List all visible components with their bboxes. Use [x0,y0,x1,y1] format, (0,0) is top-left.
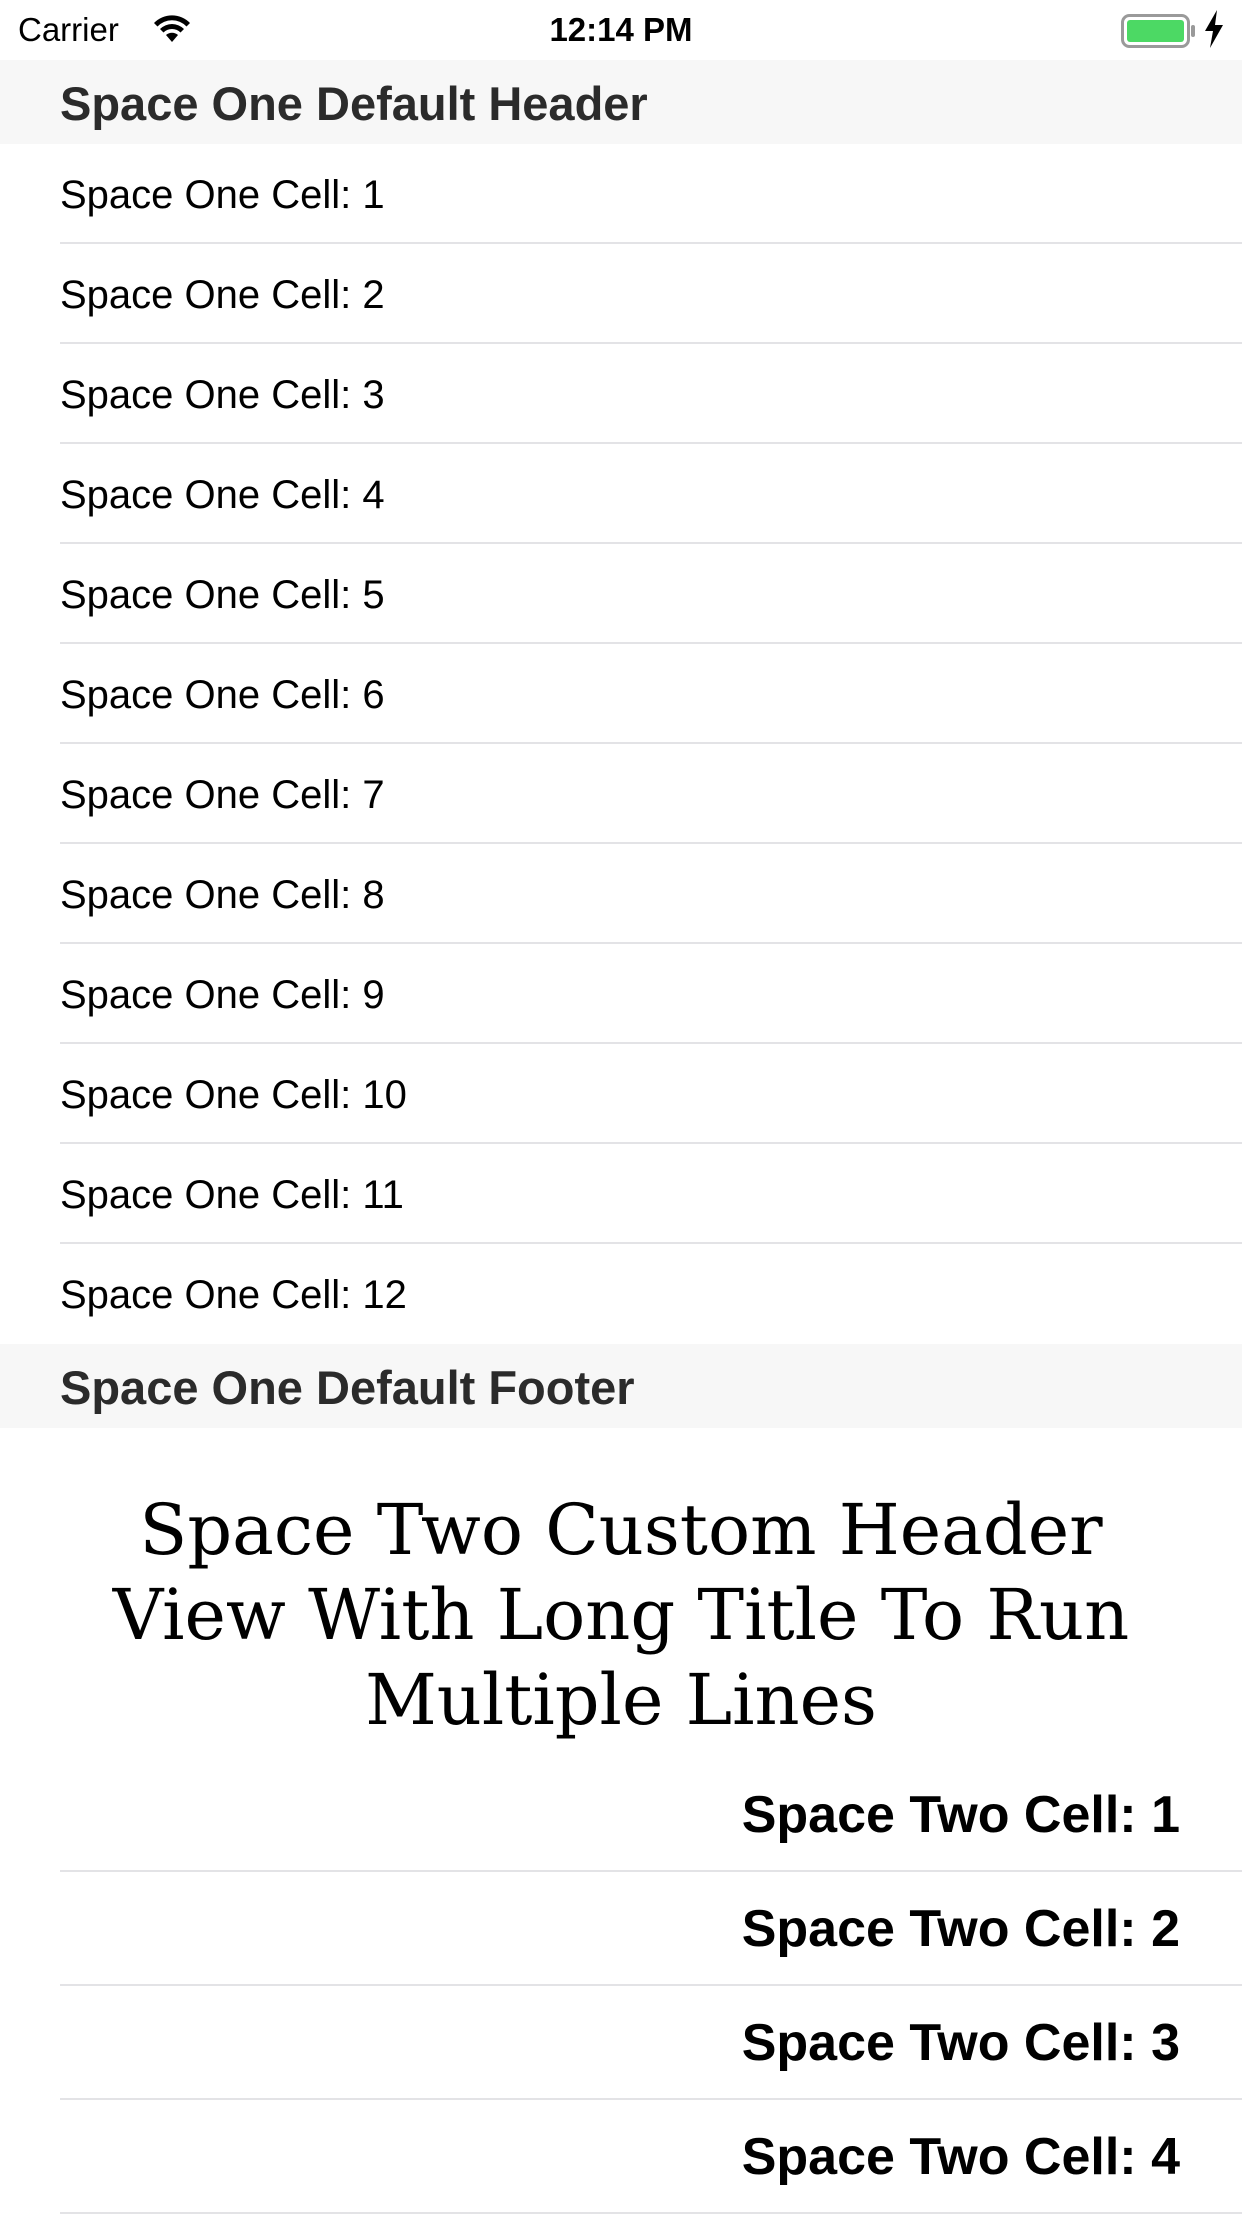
table-row[interactable]: Space Two Cell: 1 [0,1758,1242,1872]
table-row[interactable]: Space One Cell: 5 [0,544,1242,644]
cell-label: Space Two Cell: 2 [741,1900,1180,1958]
table-row[interactable]: Space One Cell: 6 [0,644,1242,744]
table-view[interactable]: Space One Default Header Space One Cell:… [0,60,1242,2214]
custom-header-title: Space Two Custom Header View With Long T… [112,1489,1130,1741]
section-header-title: Space One Default Header [60,77,648,130]
table-row[interactable]: Space Two Cell: 4 [0,2100,1242,2214]
table-row[interactable]: Space One Cell: 12 [0,1244,1242,1344]
cell-label: Space One Cell: 12 [60,1273,407,1317]
table-row[interactable]: Space Two Cell: 3 [0,1986,1242,2100]
table-row[interactable]: Space One Cell: 11 [0,1144,1242,1244]
table-row[interactable]: Space One Cell: 8 [0,844,1242,944]
table-row[interactable]: Space One Cell: 9 [0,944,1242,1044]
table-row[interactable]: Space One Cell: 1 [0,144,1242,244]
status-bar: Carrier 12:14 PM [0,0,1242,60]
section-footer: Space One Default Footer [0,1344,1242,1428]
cell-label: Space One Cell: 7 [60,773,385,817]
clock: 12:14 PM [549,11,693,48]
cell-label: Space One Cell: 1 [60,173,385,217]
table-row[interactable]: Space One Cell: 10 [0,1044,1242,1144]
cell-label: Space One Cell: 8 [60,873,385,917]
charging-bolt-icon [1204,10,1224,53]
table-row[interactable]: Space One Cell: 3 [0,344,1242,444]
table-row[interactable]: Space Two Cell: 2 [0,1872,1242,1986]
table-row[interactable]: Space One Cell: 4 [0,444,1242,544]
cell-label: Space One Cell: 2 [60,273,385,317]
cell-label: Space One Cell: 5 [60,573,385,617]
cell-label: Space One Cell: 6 [60,673,385,717]
cell-label: Space One Cell: 9 [60,973,385,1017]
cell-label: Space Two Cell: 1 [741,1786,1180,1844]
cell-label: Space One Cell: 11 [60,1173,404,1217]
section-header: Space One Default Header [0,60,1242,144]
table-row[interactable]: Space One Cell: 2 [0,244,1242,344]
table-row[interactable]: Space One Cell: 7 [0,744,1242,844]
cell-label: Space Two Cell: 4 [741,2128,1180,2186]
cell-label: Space One Cell: 4 [60,473,385,517]
section-footer-title: Space One Default Footer [60,1361,635,1414]
cell-label: Space One Cell: 3 [60,373,385,417]
battery-icon [1121,14,1197,53]
cell-label: Space Two Cell: 3 [741,2014,1180,2072]
custom-section-header: Space Two Custom Header View With Long T… [0,1428,1242,1758]
cell-label: Space One Cell: 10 [60,1073,407,1117]
